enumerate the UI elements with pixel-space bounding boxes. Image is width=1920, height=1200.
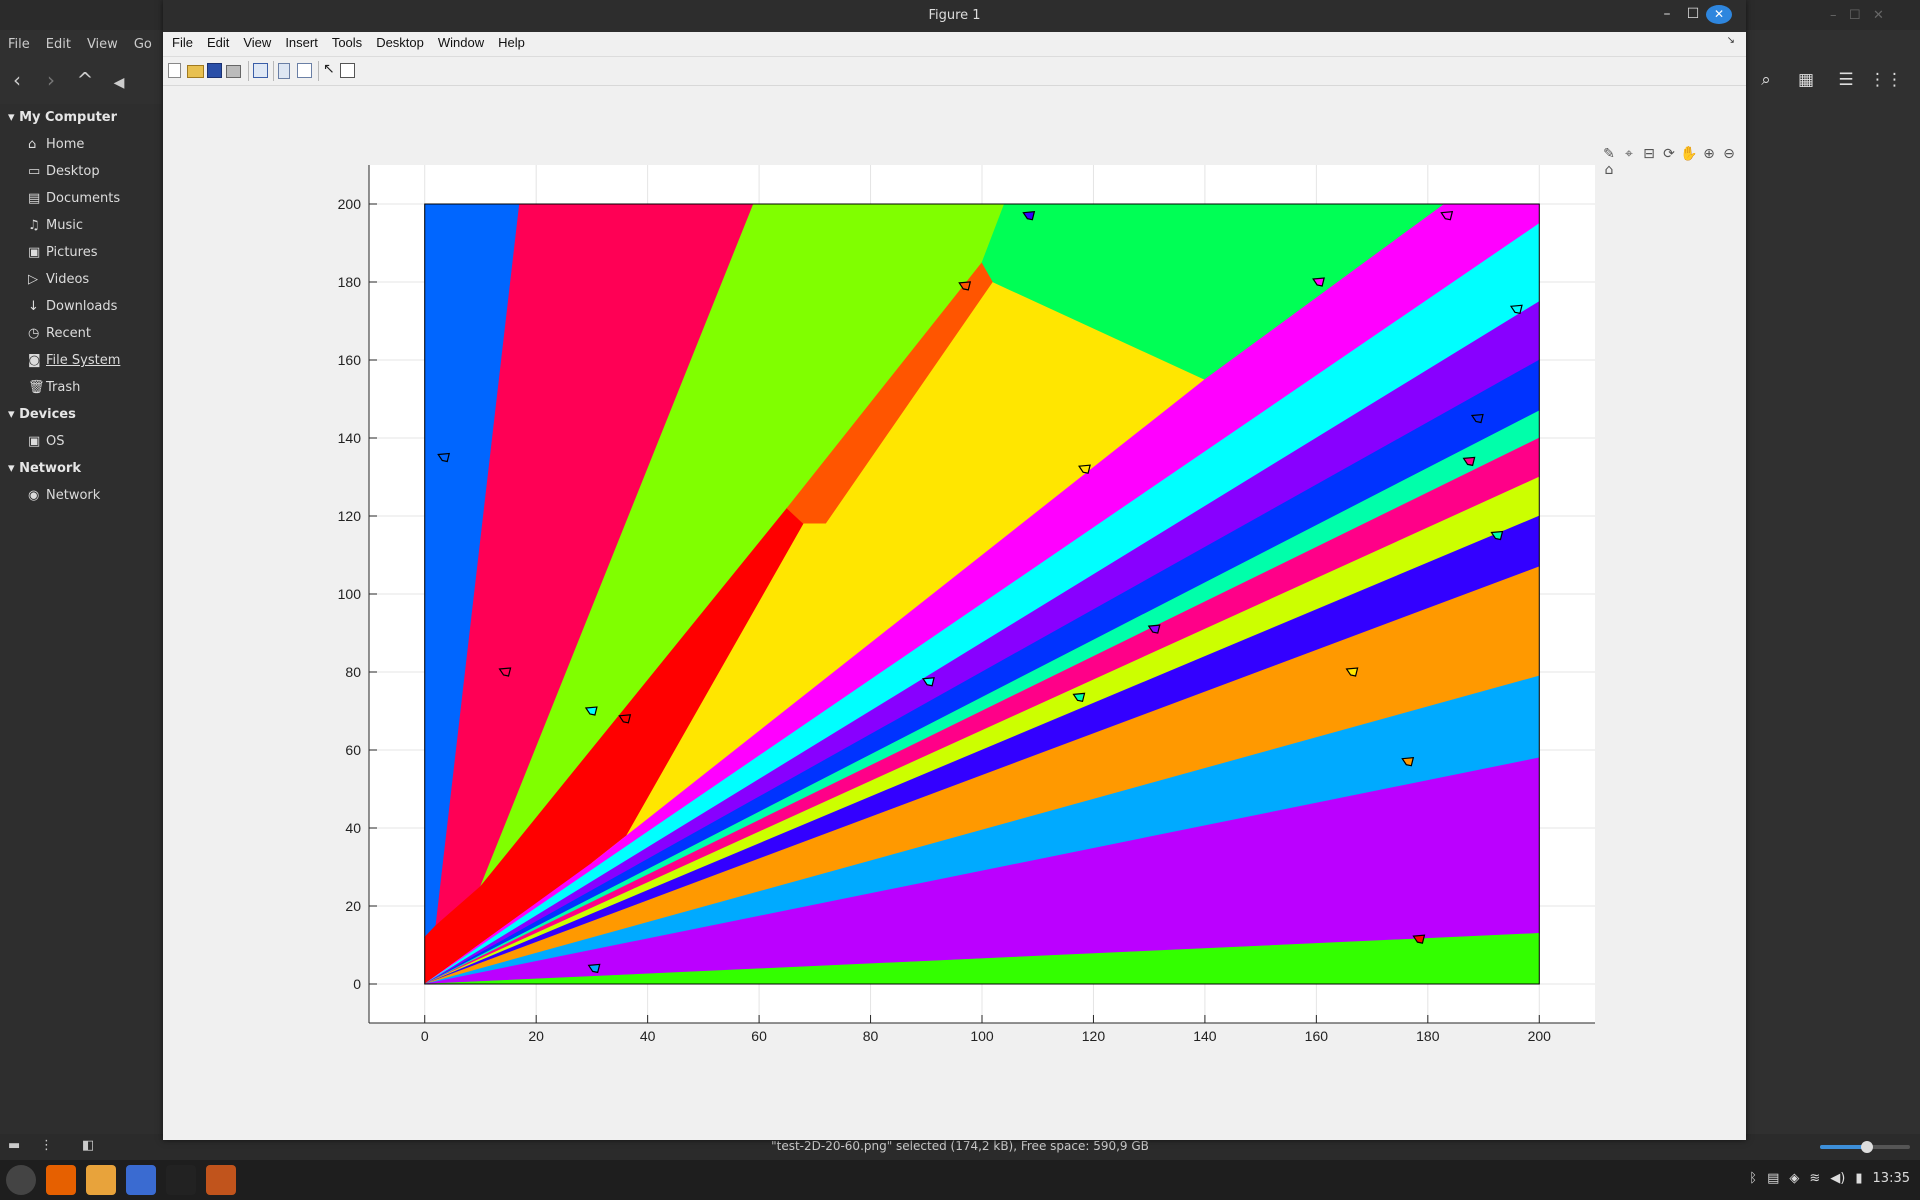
y-tick-label: 20 [345,898,361,914]
battery-icon[interactable]: ▮ [1855,1171,1862,1186]
y-tick-label: 0 [353,976,361,992]
x-tick-label: 200 [1528,1028,1552,1044]
y-tick-label: 160 [338,352,362,368]
y-tick-label: 180 [338,274,362,290]
y-tick-label: 80 [345,664,361,680]
matlab-icon[interactable] [206,1165,236,1195]
colored-regions [424,203,1540,985]
system-tray: ᛒ ▤ ◈ ≋ ◀) ▮ 13:35 [1739,1171,1910,1186]
y-tick-label: 200 [338,196,362,212]
y-tick-label: 60 [345,742,361,758]
x-tick-label: 140 [1193,1028,1217,1044]
x-tick-label: 100 [970,1028,994,1044]
chart-svg: 0 20 40 60 80 100 120 140 160 180 200 0 20 40 60 80 100… [338,165,1595,1044]
x-tick-label: 80 [863,1028,879,1044]
firefox-icon[interactable] [46,1165,76,1195]
clipboard-icon[interactable]: ▤ [1767,1171,1779,1186]
y-tick-label: 140 [338,430,362,446]
x-tick-label: 20 [528,1028,544,1044]
taskbar: ᛒ ▤ ◈ ≋ ◀) ▮ 13:35 [0,1160,1920,1200]
x-tick-label: 120 [1082,1028,1106,1044]
y-tick-label: 100 [338,586,362,602]
x-tick-label: 160 [1305,1028,1329,1044]
mail-icon[interactable] [126,1165,156,1195]
bluetooth-icon[interactable]: ᛒ [1749,1171,1757,1186]
shield-icon[interactable]: ◈ [1789,1171,1799,1186]
wifi-icon[interactable]: ≋ [1809,1171,1820,1186]
clock[interactable]: 13:35 [1873,1171,1910,1186]
x-tick-label: 60 [751,1028,767,1044]
y-tick-label: 40 [345,820,361,836]
files-icon[interactable] [86,1165,116,1195]
x-tick-label: 0 [421,1028,429,1044]
x-tick-label: 180 [1416,1028,1440,1044]
terminal-icon[interactable] [166,1165,196,1195]
mint-menu-icon[interactable] [6,1165,36,1195]
y-tick-label: 120 [338,508,362,524]
volume-icon[interactable]: ◀) [1830,1171,1845,1186]
x-tick-label: 40 [640,1028,656,1044]
